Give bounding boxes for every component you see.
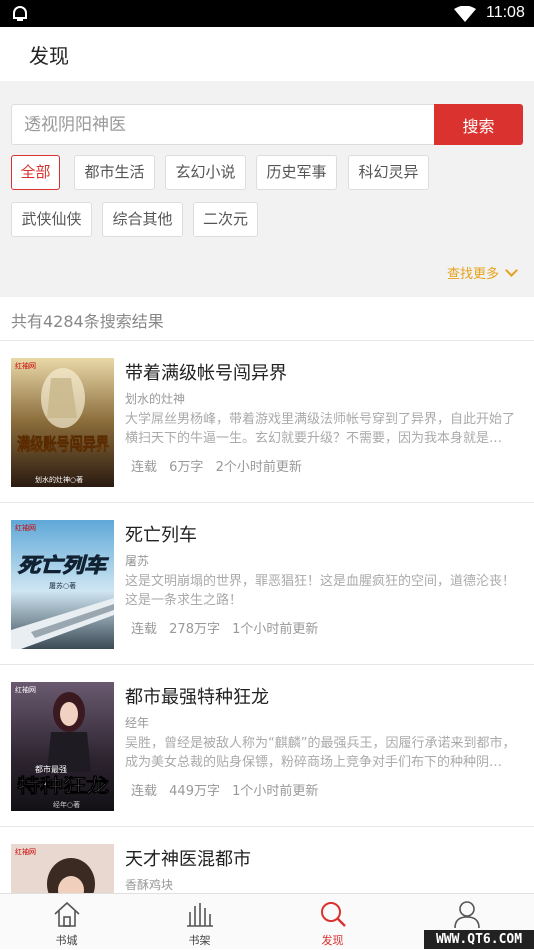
tag-scifi[interactable]: 科幻灵异 [348,155,429,190]
home-icon [53,901,80,927]
tab-label: 发现 [321,934,344,947]
book-title[interactable]: 都市最强特种狂龙 [125,683,269,709]
book-status: 连载 [131,784,158,799]
search-area: 搜索 全部 都市生活 玄幻小说 历史军事 科幻灵异 武侠仙侠 综合其他 二次元 … [0,81,534,297]
tab-bookshelf[interactable]: 书架 [133,894,266,950]
tag-anime[interactable]: 二次元 [193,202,258,237]
book-author: 划水的灶神 [125,392,186,406]
book-updated: 2个小时前更新 [215,460,302,475]
book-title[interactable]: 死亡列车 [125,521,197,547]
cover-title-text: 满级账号闯异界 [17,434,109,455]
search-box [11,104,435,145]
book-item[interactable]: 红袖网 都市最强 特种狂龙 经年○著 都市最强特种狂龙 经年 吴胜，曾经是被敌人… [0,665,534,827]
cover-site-label: 红袖网 [15,361,36,370]
tag-wuxia[interactable]: 武侠仙侠 [11,202,92,237]
cover-site-label: 红袖网 [15,523,36,532]
book-words: 278万字 [169,622,220,637]
book-words: 449万字 [169,784,220,799]
result-count: 共有4284条搜索结果 [11,312,164,331]
cover-subtitle-text: 都市最强 [35,764,67,774]
book-cover[interactable]: 红袖网 满级账号闯异界 划水的灶神○著 [11,358,114,487]
book-author: 屠苏 [125,554,150,568]
status-time: 11:08 [486,4,525,21]
result-count-bar: 共有4284条搜索结果 [0,297,534,341]
book-status: 连载 [131,622,158,637]
book-cover[interactable]: 红袖网 都市最强 特种狂龙 经年○著 [11,682,114,811]
user-icon [453,901,480,928]
cover-author-text: 划水的灶神○著 [35,475,83,484]
top-header: 发现 [0,27,534,81]
book-author: 香酥鸡块 [125,878,174,892]
cover-site-label: 红袖网 [15,685,36,694]
book-item[interactable]: 红袖网 满级账号闯异界 划水的灶神○著 带着满级帐号闯异界 划水的灶神 大学屌丝… [0,341,534,503]
tab-bookstore[interactable]: 书城 [0,894,133,950]
cover-author-text: 经年○著 [53,800,80,809]
book-updated: 1个小时前更新 [232,784,319,799]
status-bar: 11:08 [0,0,534,27]
cover-site-label: 红袖网 [15,847,36,856]
cover-title-text: 死亡列车 [18,553,109,577]
book-meta: 连载 449万字 1个小时前更新 [131,780,326,799]
book-status: 连载 [131,460,158,475]
book-words: 6万字 [169,460,204,475]
watermark: WWW.QT6.COM [424,930,534,949]
book-description: 这是文明崩塌的世界，罪恶猖狂！这是血腥疯狂的空间，道德沦丧！这是一条求生之路！ [125,574,516,608]
tag-all[interactable]: 全部 [11,155,60,190]
book-author: 经年 [125,716,150,730]
tag-fantasy[interactable]: 玄幻小说 [165,155,246,190]
book-description: 大学屌丝男杨峰，带着游戏里满级法师帐号穿到了异界，自此开始了横扫天下的牛逼一生。… [125,412,516,446]
wifi-icon [454,6,476,22]
search-button[interactable]: 搜索 [434,104,523,145]
tab-label: 书架 [188,934,211,947]
tag-history[interactable]: 历史军事 [256,155,337,190]
tag-urban[interactable]: 都市生活 [74,155,155,190]
search-input[interactable] [12,105,435,144]
book-updated: 1个小时前更新 [232,622,319,637]
cover-author-text: 屠苏○著 [49,581,76,590]
notification-icon [13,6,27,21]
book-title[interactable]: 天才神医混都市 [125,845,251,871]
search-icon [320,902,346,927]
tab-label: 书城 [55,934,78,947]
book-item[interactable]: 红袖网 天才神医混都市 香酥鸡块 [0,827,534,893]
find-more-link[interactable]: 查找更多 [446,263,518,282]
book-description: 吴胜，曾经是被敌人称为“麒麟”的最强兵王，因履行承诺来到都市，成为美女总裁的贴身… [125,736,516,770]
page-title: 发现 [29,44,69,68]
chevron-down-icon [505,264,518,277]
book-cover[interactable]: 红袖网 [11,844,114,893]
tag-other[interactable]: 综合其他 [102,202,183,237]
book-cover[interactable]: 红袖网 死亡列车 屠苏○著 [11,520,114,649]
tab-discover[interactable]: 发现 [266,894,399,950]
book-title[interactable]: 带着满级帐号闯异界 [125,359,287,385]
book-item[interactable]: 红袖网 死亡列车 屠苏○著 死亡列车 屠苏 这是文明崩塌的世界，罪恶猖狂！这是血… [0,503,534,665]
cover-title-text: 特种狂龙 [17,774,109,797]
book-meta: 连载 6万字 2个小时前更新 [131,456,310,475]
book-meta: 连载 278万字 1个小时前更新 [131,618,326,637]
bookshelf-icon [186,903,213,927]
find-more-label: 查找更多 [446,267,499,282]
